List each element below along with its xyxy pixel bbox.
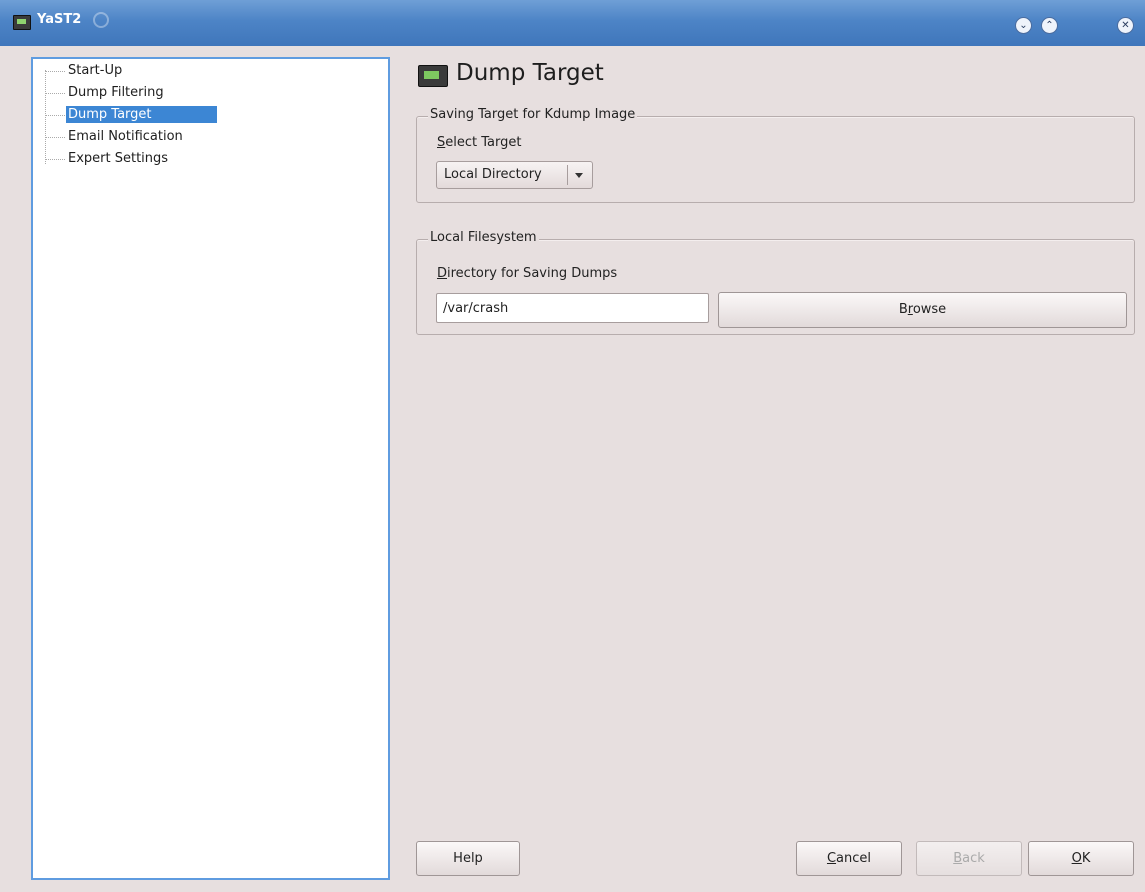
title-bar[interactable]: YaST2 ⌄ ⌃ ✕ <box>0 0 1145 46</box>
group-title: Local Filesystem <box>428 230 539 245</box>
sidebar-item-label: Start-Up <box>68 63 123 78</box>
ok-button[interactable]: OK <box>1028 841 1134 876</box>
page-title: Dump Target <box>456 60 604 86</box>
combo-separator <box>567 165 568 185</box>
label-text: irectory for Saving Dumps <box>447 266 618 281</box>
sidebar-item-label: Dump Filtering <box>68 85 164 100</box>
target-select-value: Local Directory <box>444 167 542 182</box>
select-target-label: Select Target <box>437 135 521 150</box>
button-text: ancel <box>836 851 872 866</box>
back-button[interactable]: Back <box>916 841 1022 876</box>
sidebar-item-expert-settings[interactable]: Expert Settings <box>45 149 215 169</box>
tree-branch-line <box>45 115 65 116</box>
label-text: elect Target <box>445 135 522 150</box>
tree-branch-line <box>45 93 65 94</box>
window-title: YaST2 <box>37 12 82 27</box>
sidebar-item-label: Email Notification <box>68 129 183 144</box>
directory-label: Directory for Saving Dumps <box>437 266 617 281</box>
close-icon[interactable]: ✕ <box>1117 17 1134 34</box>
spiral-icon <box>93 12 109 28</box>
help-button[interactable]: Help <box>416 841 520 876</box>
mnemonic: O <box>1071 851 1082 866</box>
sidebar-item-dump-filtering[interactable]: Dump Filtering <box>45 83 215 103</box>
sidebar-item-dump-target[interactable]: Dump Target <box>45 105 217 125</box>
yast-app-icon <box>13 15 31 30</box>
directory-input[interactable] <box>436 293 709 323</box>
sidebar-item-label: Dump Target <box>66 106 217 123</box>
target-select[interactable]: Local Directory <box>436 161 593 189</box>
yast-window: YaST2 ⌄ ⌃ ✕ Start-Up Dump Filtering Dump… <box>0 0 1145 892</box>
sidebar-tree[interactable]: Start-Up Dump Filtering Dump Target Emai… <box>31 57 390 880</box>
sidebar-item-start-up[interactable]: Start-Up <box>45 61 215 81</box>
browse-button[interactable]: Browse <box>718 292 1127 328</box>
group-title: Saving Target for Kdump Image <box>428 107 638 122</box>
dump-target-icon <box>418 65 448 87</box>
minimize-icon[interactable]: ⌄ <box>1015 17 1032 34</box>
tree-branch-line <box>45 137 65 138</box>
mnemonic: C <box>826 851 837 866</box>
sidebar-item-email-notification[interactable]: Email Notification <box>45 127 215 147</box>
tree-branch-line <box>45 71 65 72</box>
sidebar-item-label: Expert Settings <box>68 151 169 166</box>
tree-branch-line <box>45 159 65 160</box>
button-text: K <box>1081 851 1091 866</box>
button-text: ack <box>962 851 985 866</box>
dropdown-arrow-icon[interactable] <box>575 173 583 178</box>
mnemonic: B <box>953 851 963 866</box>
mnemonic: D <box>437 266 448 281</box>
maximize-icon[interactable]: ⌃ <box>1041 17 1058 34</box>
cancel-button[interactable]: Cancel <box>796 841 902 876</box>
saving-target-group: Saving Target for Kdump Image <box>416 107 1135 203</box>
button-text: owse <box>912 302 947 317</box>
button-text: B <box>898 302 908 317</box>
